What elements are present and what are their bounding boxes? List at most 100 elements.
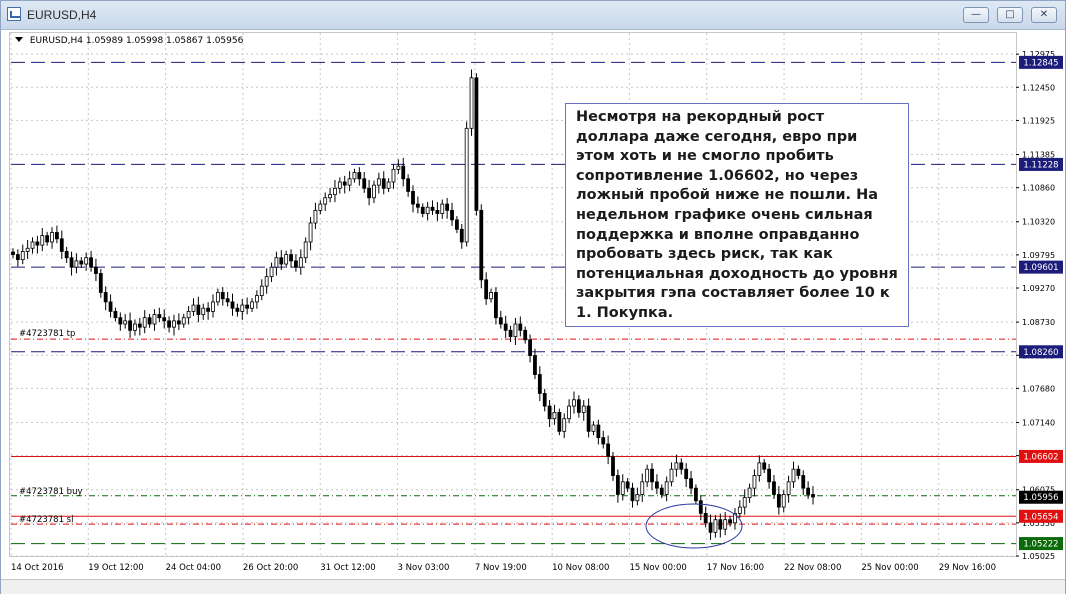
candle-body: [737, 506, 742, 514]
candle-body: [489, 292, 493, 300]
candle-body: [142, 317, 147, 328]
y-tick-label: 1.10320: [1022, 218, 1055, 227]
candle-body: [611, 456, 615, 476]
price-tag-label: 1.12845: [1023, 58, 1058, 68]
candle-body: [547, 405, 552, 420]
y-tick-label: 1.07140: [1022, 418, 1055, 427]
candle-body: [625, 481, 630, 489]
candle-body: [337, 181, 342, 189]
candle-body: [162, 317, 167, 322]
candle-body: [30, 241, 35, 249]
x-tick-label: 31 Oct 12:00: [320, 563, 375, 573]
y-tick-label: 1.12450: [1022, 83, 1055, 92]
candle-body: [259, 285, 264, 297]
candle-body: [420, 206, 425, 214]
candle-body: [396, 165, 401, 170]
y-tick-label: 1.08730: [1022, 318, 1055, 327]
candle-body: [430, 206, 435, 211]
candle-body: [567, 405, 571, 420]
candle-body: [98, 273, 103, 293]
candle-body: [640, 481, 645, 495]
candle-body: [650, 468, 654, 483]
x-tick-label: 29 Nov 16:00: [939, 563, 996, 573]
candle-body: [367, 187, 371, 199]
x-tick-label: 7 Nov 19:00: [475, 563, 527, 573]
candle-body: [757, 462, 762, 476]
candle-body: [557, 411, 562, 432]
candle-body: [586, 405, 591, 432]
candle-body: [484, 279, 489, 300]
candle-body: [89, 257, 93, 268]
candle-body: [572, 399, 576, 407]
candle-body: [562, 418, 567, 432]
support-highlight-ellipse: [645, 503, 743, 549]
candle-body: [113, 310, 118, 319]
y-tick-label: 1.10860: [1022, 184, 1055, 193]
candle-body: [479, 209, 484, 281]
candle-body: [123, 320, 128, 325]
candle-body: [308, 222, 313, 243]
candle-body: [708, 522, 713, 533]
candle-body: [94, 266, 98, 274]
collapse-triangle-icon[interactable]: [15, 37, 23, 42]
candle-body: [674, 462, 679, 470]
candle-body: [386, 181, 391, 189]
price-tag-label: 1.11228: [1023, 160, 1058, 170]
candle-body: [289, 254, 293, 262]
candle-body: [606, 443, 611, 457]
candle-body: [601, 437, 606, 445]
candle-body: [172, 320, 176, 328]
candle-body: [772, 481, 776, 495]
candle-body: [811, 494, 815, 498]
candle-body: [342, 181, 347, 186]
candle-body: [264, 276, 269, 287]
candle-body: [415, 203, 420, 208]
candle-body: [352, 172, 357, 180]
candle-body: [474, 77, 479, 211]
analysis-text-box[interactable]: Несмотря на рекордный рост доллара даже …: [565, 103, 909, 327]
candle-body: [347, 178, 352, 186]
sl-order-label: #4723781 sl: [19, 515, 74, 525]
candle-body: [713, 519, 718, 533]
candle-body: [537, 374, 542, 394]
y-tick-label: 1.11925: [1022, 116, 1055, 125]
candle-body: [669, 468, 674, 483]
candle-body: [206, 307, 211, 312]
candle-body: [201, 307, 206, 315]
buy-order-label: #4723781 buy: [19, 487, 83, 497]
chart-window: EURUSD,H4 — □ ✕ 14 Oct 2016 19 Oct 12:00 2…: [0, 0, 1066, 594]
candle-body: [176, 320, 181, 325]
x-tick-label: 19 Oct 12:00: [88, 563, 143, 573]
candle-body: [552, 411, 557, 420]
candle-body: [684, 468, 689, 480]
candle-body: [64, 251, 69, 259]
candle-body: [84, 257, 89, 265]
candle-body: [108, 301, 113, 312]
candle-body: [659, 487, 664, 495]
x-tick-label: 24 Oct 04:00: [166, 563, 221, 573]
price-tag-label: 1.06602: [1023, 452, 1058, 462]
candle-body: [50, 232, 54, 243]
candle-body: [542, 393, 547, 407]
candle-body: [196, 304, 201, 315]
candle-body: [333, 187, 337, 196]
candle-body: [786, 481, 791, 495]
candle-body: [59, 238, 64, 252]
candle-body: [318, 203, 323, 211]
candle-body: [40, 235, 45, 246]
candle-body: [118, 317, 123, 325]
x-tick-label: 3 Nov 03:00: [398, 563, 450, 573]
candle-body: [503, 323, 508, 331]
candle-body: [445, 203, 450, 211]
y-tick-label: 1.05025: [1022, 552, 1055, 561]
candle-body: [255, 295, 259, 303]
candle-body: [645, 468, 650, 483]
ohlc-values: 1.05989 1.05998 1.05867 1.05956: [85, 36, 244, 46]
candle-body: [411, 191, 415, 205]
x-tick-label: 25 Nov 00:00: [861, 563, 918, 573]
candle-body: [581, 405, 586, 413]
y-tick-label: 1.07680: [1022, 384, 1055, 393]
candle-body: [152, 314, 157, 325]
y-tick-label: 1.09795: [1022, 251, 1055, 260]
candle-body: [294, 260, 298, 268]
